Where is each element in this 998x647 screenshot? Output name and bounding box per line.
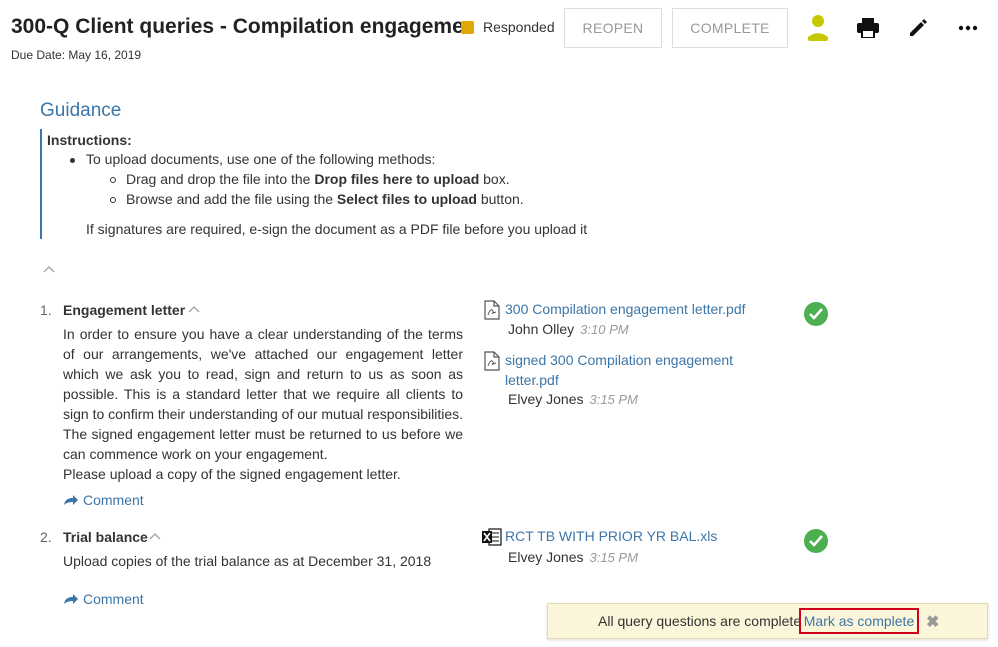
question-instruction: Please upload a copy of the signed engag…: [63, 466, 401, 482]
pdf-file-icon: [484, 351, 500, 374]
bullet-dot-icon: [70, 157, 75, 163]
file-link[interactable]: 300 Compilation engagement letter.pdf: [505, 299, 746, 319]
file-meta: Elvey Jones 3:15 PM: [508, 391, 638, 407]
bullet-drag-drop: Drag and drop the file into the Drop fil…: [110, 171, 510, 187]
instructions-label: Instructions:: [47, 132, 132, 148]
question-number: 2.: [40, 529, 52, 545]
reopen-button[interactable]: REOPEN: [564, 8, 662, 48]
question-body: In order to ensure you have a clear unde…: [63, 326, 463, 462]
guidance-title: Guidance: [40, 100, 122, 121]
user-icon[interactable]: [804, 14, 832, 42]
comment-link[interactable]: Comment: [63, 492, 144, 508]
file-meta: John Olley 3:10 PM: [508, 321, 629, 337]
completion-toast: All query questions are complete. Mark a…: [547, 603, 988, 639]
question-body: Upload copies of the trial balance as at…: [63, 553, 432, 569]
complete-check-icon: [804, 302, 828, 326]
pdf-file-icon: [484, 300, 500, 323]
file-link[interactable]: RCT TB WITH PRIOR YR BAL.xls: [505, 526, 717, 546]
question-title: Engagement letter: [63, 302, 186, 318]
print-icon[interactable]: [854, 14, 882, 42]
question-number: 1.: [40, 302, 52, 318]
bullet-circle-icon: [110, 177, 116, 184]
complete-check-icon: [804, 529, 828, 553]
status-indicator: [461, 21, 474, 34]
page-title: 300-Q Client queries - Compilation engag…: [11, 15, 461, 38]
collapse-guidance-icon[interactable]: [43, 262, 55, 276]
edit-icon[interactable]: [904, 14, 932, 42]
comment-link[interactable]: Comment: [63, 591, 144, 607]
bullet-circle-icon: [110, 197, 116, 204]
page-header: 300-Q Client queries - Compilation engag…: [0, 0, 998, 70]
collapse-question-icon[interactable]: [149, 529, 161, 543]
reply-arrow-icon: [64, 594, 78, 604]
complete-button[interactable]: COMPLETE: [672, 8, 788, 48]
status-badge: Responded: [483, 19, 555, 35]
file-meta: Elvey Jones 3:15 PM: [508, 549, 638, 565]
reply-arrow-icon: [64, 495, 78, 505]
excel-file-icon: [482, 528, 502, 549]
bullet-upload-methods: To upload documents, use one of the foll…: [70, 151, 435, 167]
mark-as-complete-link[interactable]: Mark as complete: [799, 608, 919, 634]
toast-message: All query questions are complete.: [598, 613, 805, 629]
due-date: Due Date: May 16, 2019: [11, 48, 142, 62]
bullet-browse: Browse and add the file using the Select…: [110, 191, 524, 207]
collapse-question-icon[interactable]: [188, 302, 200, 316]
file-link[interactable]: signed 300 Compilation engagement letter…: [505, 350, 733, 390]
more-icon[interactable]: [954, 14, 982, 42]
guidance-box: Instructions: To upload documents, use o…: [40, 129, 640, 239]
close-icon[interactable]: ✖: [926, 612, 939, 632]
question-title: Trial balance: [63, 529, 148, 545]
signature-note: If signatures are required, e-sign the d…: [86, 221, 588, 237]
